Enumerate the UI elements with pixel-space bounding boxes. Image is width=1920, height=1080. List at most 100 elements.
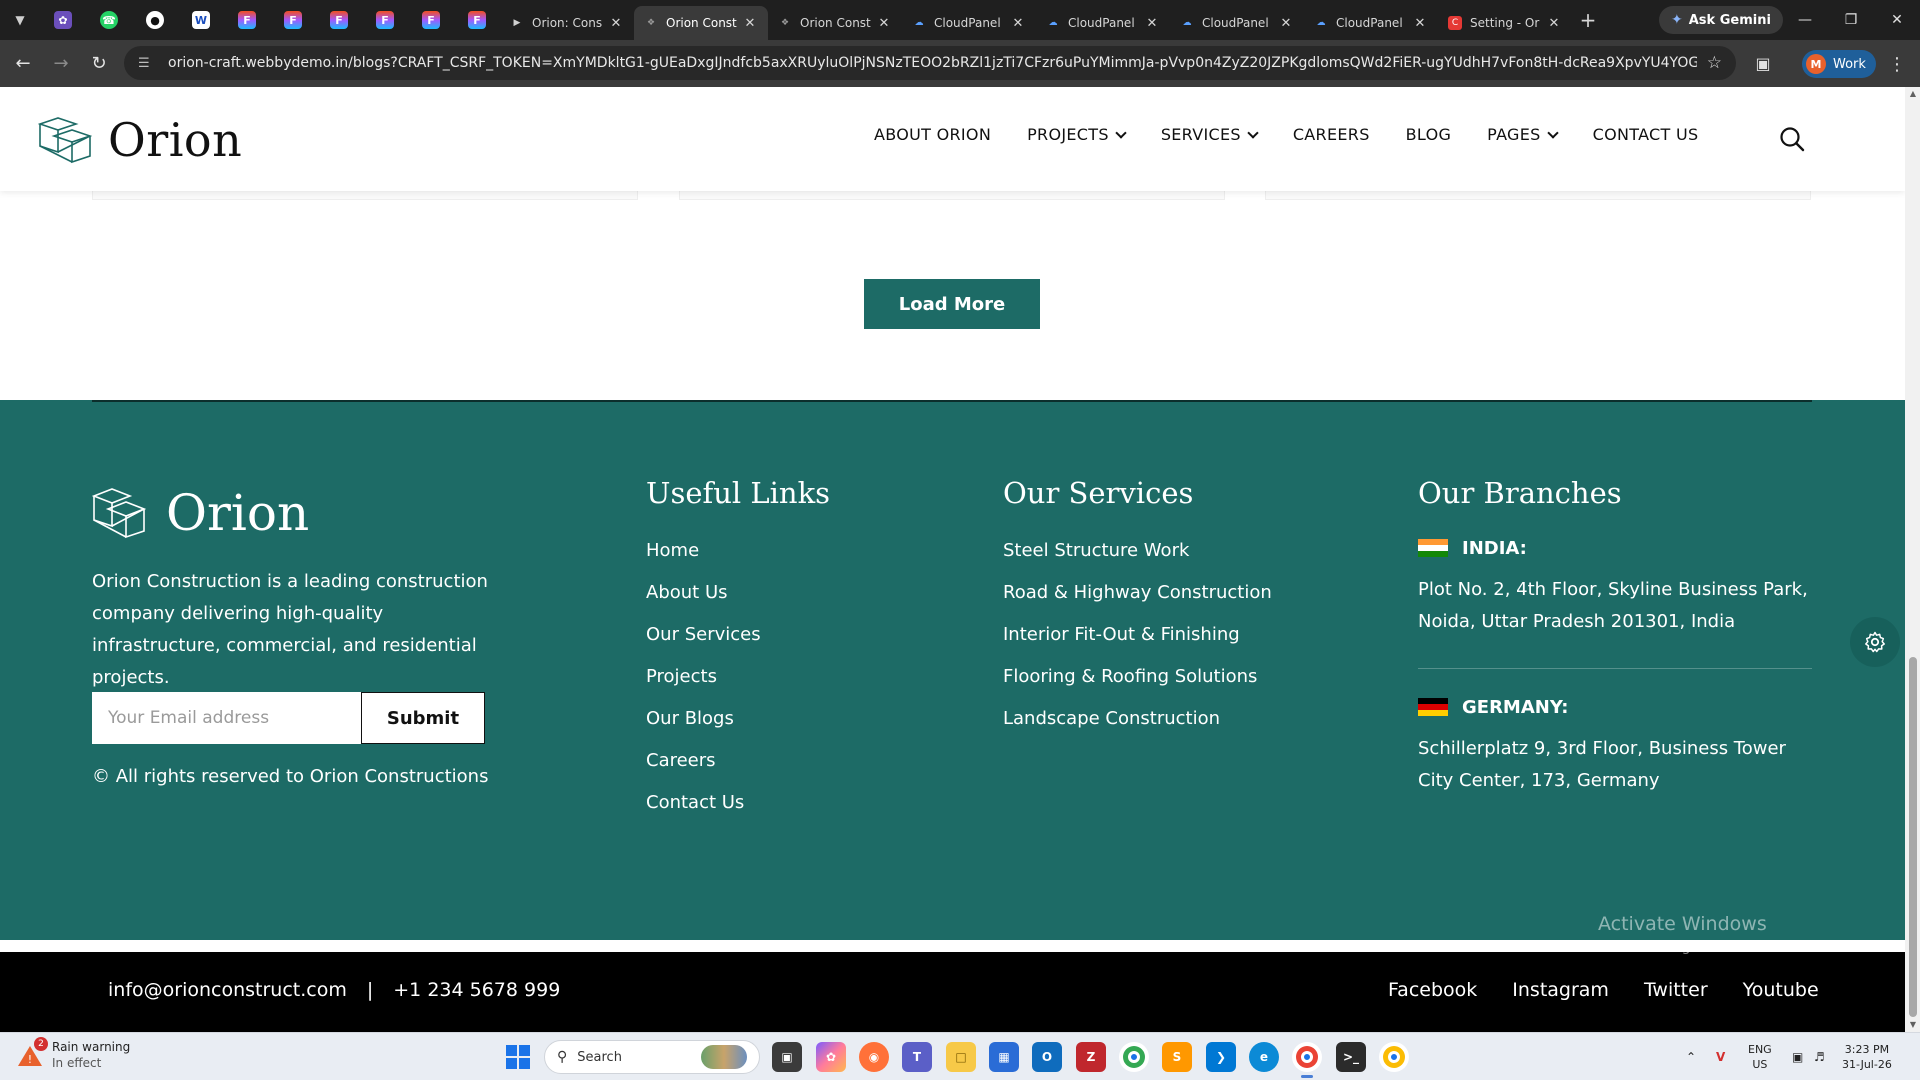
teams-icon[interactable]: T [902, 1042, 932, 1072]
footer-link-careers[interactable]: Careers [646, 740, 830, 782]
nav-about-orion[interactable]: ABOUT ORION [874, 125, 991, 144]
blog-card[interactable] [679, 191, 1225, 200]
pinned-tab-figma[interactable]: F [408, 0, 454, 40]
ask-gemini-button[interactable]: ✦ Ask Gemini [1659, 6, 1783, 34]
pinned-tab-figma[interactable]: F [316, 0, 362, 40]
scroll-down-arrow-icon[interactable]: ▼ [1908, 1020, 1918, 1030]
network-icon[interactable]: ▣ [1792, 1033, 1803, 1080]
chrome-icon[interactable] [1379, 1042, 1409, 1072]
terminal-icon[interactable]: >_ [1336, 1042, 1366, 1072]
tab-close-icon[interactable]: ✕ [1144, 16, 1160, 31]
service-link[interactable]: Flooring & Roofing Solutions [1003, 656, 1272, 698]
task-view-icon[interactable]: ▣ [772, 1042, 802, 1072]
restore-button[interactable]: ❐ [1828, 0, 1874, 40]
antivirus-icon[interactable]: V [1716, 1033, 1725, 1080]
footer-link-our-services[interactable]: Our Services [646, 614, 830, 656]
tab-close-icon[interactable]: ✕ [1412, 16, 1428, 31]
browser-tab[interactable]: ☁ CloudPanel ✕ [1036, 6, 1170, 40]
tab-close-icon[interactable]: ✕ [1278, 16, 1294, 31]
reload-button[interactable]: ↻ [80, 40, 118, 87]
tab-close-icon[interactable]: ✕ [876, 16, 892, 31]
close-window-button[interactable]: ✕ [1874, 0, 1920, 40]
chrome-icon[interactable] [1119, 1042, 1149, 1072]
social-youtube-link[interactable]: Youtube [1743, 979, 1819, 1001]
address-bar[interactable]: ☰ orion-craft.webbydemo.in/blogs?CRAFT_C… [124, 46, 1736, 80]
page-scrollbar[interactable]: ▲ ▼ [1905, 87, 1920, 1032]
blog-card[interactable] [1265, 191, 1811, 200]
pinned-tab-figma[interactable]: F [362, 0, 408, 40]
scrollbar-thumb[interactable] [1909, 657, 1917, 1017]
file-explorer-icon[interactable]: □ [946, 1042, 976, 1072]
footer-phone-link[interactable]: +1 234 5678 999 [393, 979, 560, 1001]
service-link[interactable]: Landscape Construction [1003, 698, 1272, 740]
tab-search-button[interactable]: ▼ [0, 0, 40, 40]
service-link[interactable]: Steel Structure Work [1003, 530, 1272, 572]
pinned-tab-figma[interactable]: F [270, 0, 316, 40]
nav-services[interactable]: SERVICES [1161, 125, 1259, 144]
site-info-icon[interactable]: ☰ [138, 56, 156, 71]
bookmark-star-icon[interactable]: ☆ [1707, 53, 1722, 73]
taskbar-search[interactable]: ⚲ Search [544, 1040, 760, 1074]
settings-float-button[interactable] [1850, 617, 1900, 667]
edge-icon[interactable]: e [1249, 1042, 1279, 1072]
chrome-profile-icon[interactable] [1292, 1042, 1322, 1078]
footer-link-projects[interactable]: Projects [646, 656, 830, 698]
pinned-tab-figma[interactable]: F [454, 0, 500, 40]
footer-link-contact-us[interactable]: Contact Us [646, 782, 830, 824]
footer-link-about-us[interactable]: About Us [646, 572, 830, 614]
browser-tab[interactable]: ☁ CloudPanel ✕ [1304, 6, 1438, 40]
pinned-tab[interactable]: ✿ [40, 0, 86, 40]
email-input[interactable] [92, 692, 362, 744]
pinned-tab-github[interactable]: ● [132, 0, 178, 40]
footer-link-home[interactable]: Home [646, 530, 830, 572]
tray-overflow-chevron-icon[interactable]: ⌃ [1686, 1033, 1696, 1080]
footer-email-link[interactable]: info@orionconstruct.com [108, 979, 347, 1001]
service-link[interactable]: Interior Fit-Out & Finishing [1003, 614, 1272, 656]
social-twitter-link[interactable]: Twitter [1644, 979, 1708, 1001]
service-link[interactable]: Road & Highway Construction [1003, 572, 1272, 614]
pinned-tab-figma[interactable]: F [224, 0, 270, 40]
firefox-icon[interactable]: ◉ [859, 1042, 889, 1072]
tab-close-icon[interactable]: ✕ [608, 16, 624, 31]
back-button[interactable]: ← [4, 40, 42, 87]
nav-pages[interactable]: PAGES [1487, 125, 1559, 144]
social-facebook-link[interactable]: Facebook [1388, 979, 1477, 1001]
tab-close-icon[interactable]: ✕ [742, 16, 758, 31]
nav-projects[interactable]: PROJECTS [1027, 125, 1127, 144]
forward-button[interactable]: → [42, 40, 80, 87]
scroll-up-arrow-icon[interactable]: ▲ [1908, 89, 1918, 99]
weather-widget[interactable]: ! 2 Rain warning In effect [16, 1037, 130, 1071]
language-indicator[interactable]: ENG US [1748, 1042, 1772, 1072]
nav-careers[interactable]: CAREERS [1293, 125, 1370, 144]
footer-link-our-blogs[interactable]: Our Blogs [646, 698, 830, 740]
extensions-icon[interactable]: ▣ [1752, 52, 1774, 74]
minimize-button[interactable]: — [1782, 0, 1828, 40]
pinned-tab-webflow[interactable]: W [178, 0, 224, 40]
search-icon[interactable] [1778, 125, 1806, 153]
tab-close-icon[interactable]: ✕ [1010, 16, 1026, 31]
new-tab-button[interactable]: + [1572, 0, 1604, 40]
volume-icon[interactable]: ♬ [1814, 1033, 1825, 1080]
browser-menu-icon[interactable]: ⋮ [1884, 50, 1910, 78]
pinned-tab-whatsapp[interactable]: ☎ [86, 0, 132, 40]
microsoft-store-icon[interactable]: ▦ [989, 1042, 1019, 1072]
browser-tab-active[interactable]: ❖ Orion Const ✕ [634, 6, 768, 40]
browser-tab[interactable]: ☁ CloudPanel ✕ [902, 6, 1036, 40]
submit-button[interactable]: Submit [361, 692, 485, 744]
browser-tab[interactable]: C Setting - Or ✕ [1438, 6, 1572, 40]
tab-close-icon[interactable]: ✕ [1546, 16, 1562, 31]
system-clock[interactable]: 3:23 PM 31-Jul-26 [1842, 1042, 1892, 1072]
vscode-icon[interactable]: ❯ [1206, 1042, 1236, 1072]
outlook-icon[interactable]: O [1032, 1042, 1062, 1072]
load-more-button[interactable]: Load More [864, 279, 1040, 329]
browser-tab[interactable]: ▶ Orion: Cons ✕ [500, 6, 634, 40]
browser-tab[interactable]: ❖ Orion Const ✕ [768, 6, 902, 40]
social-instagram-link[interactable]: Instagram [1512, 979, 1609, 1001]
nav-contact-us[interactable]: CONTACT US [1593, 125, 1699, 144]
nav-blog[interactable]: BLOG [1406, 125, 1452, 144]
blog-card[interactable] [92, 191, 638, 200]
profile-button[interactable]: M Work [1802, 50, 1876, 78]
filezilla-icon[interactable]: Z [1076, 1042, 1106, 1072]
copilot-icon[interactable]: ✿ [816, 1042, 846, 1072]
site-logo[interactable]: Orion [38, 113, 242, 167]
